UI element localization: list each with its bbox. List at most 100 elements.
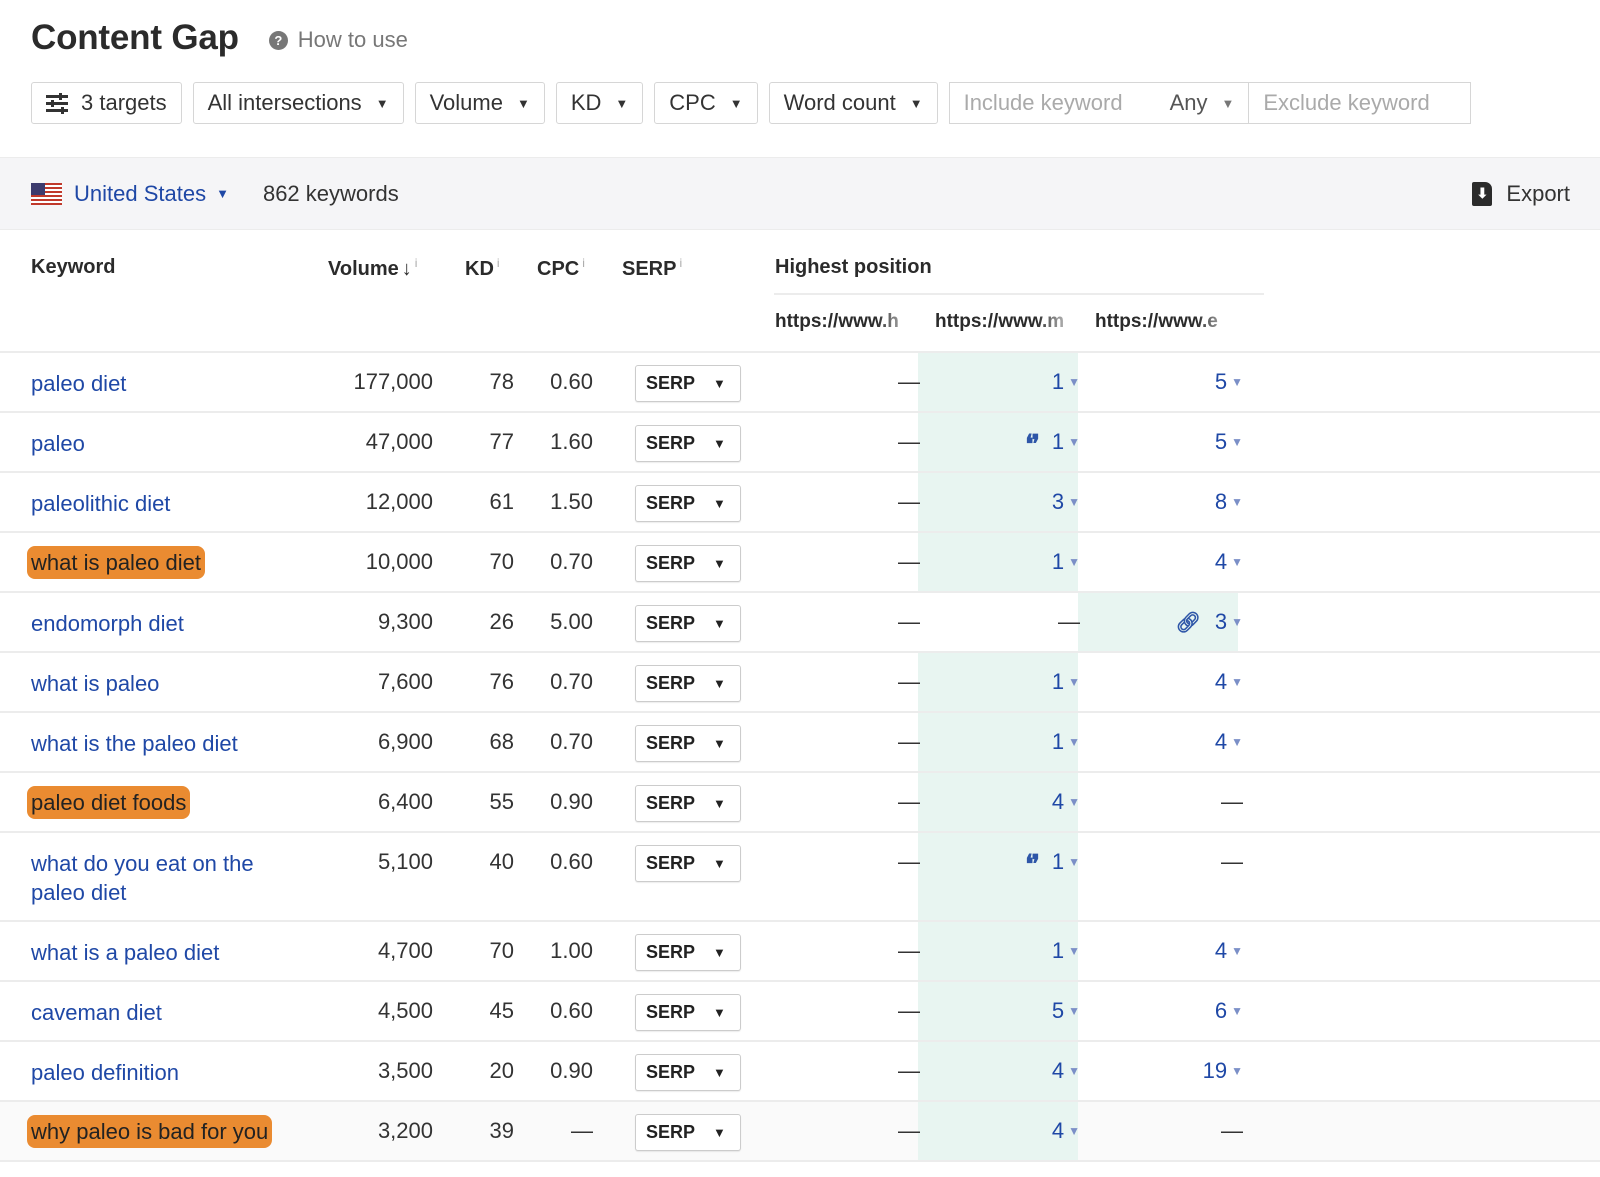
keyword-link[interactable]: why paleo is bad for you: [27, 1115, 273, 1148]
position-cell[interactable]: 1 ▼: [1052, 729, 1080, 755]
target-column-1[interactable]: https://www.h: [775, 311, 920, 333]
serp-dropdown-button[interactable]: SERP ▼: [635, 1054, 741, 1091]
position-value: 3: [1051, 489, 1065, 514]
position-cell[interactable]: 5 ▼: [1215, 369, 1243, 395]
caret-down-icon: ▼: [1068, 1064, 1080, 1078]
keyword-link[interactable]: paleo: [31, 429, 281, 458]
info-icon[interactable]: i: [415, 256, 418, 270]
serp-dropdown-button[interactable]: SERP ▼: [635, 845, 741, 882]
keyword-link[interactable]: endomorph diet: [31, 609, 281, 638]
position-value: 8: [1214, 489, 1228, 514]
position-value: —: [898, 429, 920, 454]
kd-value: 45: [489, 998, 514, 1023]
question-circle-icon: ?: [268, 30, 288, 50]
position-cell[interactable]: 4 ▼: [1215, 549, 1243, 575]
caret-down-icon: ▼: [1068, 795, 1080, 809]
info-icon[interactable]: i: [582, 256, 585, 270]
position-cell[interactable]: 🔗︎ 3 ▼: [1175, 609, 1243, 635]
caret-down-icon: ▼: [1068, 1004, 1080, 1018]
position-value: 4: [1051, 1058, 1065, 1083]
keyword-link[interactable]: caveman diet: [31, 998, 281, 1027]
serp-dropdown-button[interactable]: SERP ▼: [635, 994, 741, 1031]
keyword-count: 862 keywords: [262, 180, 399, 206]
position-cell[interactable]: 1 ▼: [1052, 369, 1080, 395]
volume-value: 4,500: [377, 998, 433, 1023]
position-cell[interactable]: 1 ▼: [1052, 938, 1080, 964]
serp-dropdown-button[interactable]: SERP ▼: [635, 485, 741, 522]
serp-dropdown-button[interactable]: SERP ▼: [635, 545, 741, 582]
serp-dropdown-button[interactable]: SERP ▼: [635, 1114, 741, 1151]
word-count-filter-label: Word count: [783, 90, 896, 115]
match-mode-dropdown[interactable]: Any ▼: [1170, 90, 1249, 116]
how-to-use-label: How to use: [297, 27, 408, 52]
sliders-icon: [46, 93, 68, 114]
serp-dropdown-button[interactable]: SERP ▼: [635, 365, 741, 402]
keyword-link[interactable]: paleo diet foods: [27, 786, 191, 819]
table-row: why paleo is bad for you 3,200 39— SERP ▼ —4 ▼…: [0, 1102, 1600, 1162]
position-cell[interactable]: 4 ▼: [1215, 669, 1243, 695]
serp-dropdown-button[interactable]: SERP ▼: [635, 725, 741, 762]
keyword-link[interactable]: what is the paleo diet: [31, 729, 281, 758]
position-cell[interactable]: ❛❜ 1 ▼: [1025, 429, 1080, 458]
column-keyword[interactable]: Keyword: [31, 256, 115, 279]
position-cell[interactable]: ❛❜ 1 ▼: [1025, 849, 1080, 878]
position-cell[interactable]: 5 ▼: [1052, 998, 1080, 1024]
keyword-link[interactable]: what is paleo: [31, 669, 281, 698]
position-cell: —: [1221, 849, 1243, 875]
position-cell[interactable]: 4 ▼: [1052, 1118, 1080, 1144]
position-cell[interactable]: 3 ▼: [1052, 489, 1080, 515]
cpc-filter[interactable]: CPC ▼: [654, 82, 758, 124]
caret-down-icon: ▼: [1231, 375, 1243, 389]
kd-value: 70: [489, 938, 514, 963]
position-cell[interactable]: 1 ▼: [1052, 549, 1080, 575]
targets-button[interactable]: 3 targets: [31, 82, 182, 124]
table-row: what is paleo diet 10,000 70 0.70 SERP ▼ —1 ▼ 4 ▼: [0, 533, 1600, 593]
target-column-2[interactable]: https://www.m: [935, 311, 1080, 333]
table-row: paleo definition 3,500 20 0.90 SERP ▼ —4 ▼ 19 ▼: [0, 1042, 1600, 1102]
target-column-3[interactable]: https://www.e: [1095, 311, 1240, 333]
volume-filter[interactable]: Volume ▼: [414, 82, 545, 124]
position-cell: —: [898, 998, 920, 1024]
position-cell[interactable]: 19 ▼: [1203, 1058, 1243, 1084]
serp-dropdown-button[interactable]: SERP ▼: [635, 785, 741, 822]
serp-dropdown-button[interactable]: SERP ▼: [635, 934, 741, 971]
country-selector[interactable]: United States ▼: [31, 181, 229, 207]
column-cpc[interactable]: CPC i: [537, 256, 585, 281]
serp-dropdown-button[interactable]: SERP ▼: [635, 665, 741, 702]
position-cell: —: [898, 609, 920, 635]
cpc-value: 1.50: [550, 489, 593, 514]
position-cell[interactable]: 4 ▼: [1052, 1058, 1080, 1084]
column-kd[interactable]: KD i: [465, 256, 500, 281]
kd-filter-label: KD: [570, 90, 602, 115]
keyword-link[interactable]: paleo diet: [31, 369, 281, 398]
kd-filter[interactable]: KD ▼: [555, 82, 644, 124]
position-cell[interactable]: 4 ▼: [1215, 729, 1243, 755]
include-keyword-input[interactable]: [949, 90, 1170, 116]
keyword-link[interactable]: paleo definition: [31, 1058, 281, 1087]
position-cell[interactable]: 6 ▼: [1215, 998, 1243, 1024]
position-cell: —: [1058, 609, 1080, 635]
keyword-link[interactable]: what is a paleo diet: [31, 938, 281, 967]
serp-dropdown-button[interactable]: SERP ▼: [635, 425, 741, 462]
keyword-link[interactable]: paleolithic diet: [31, 489, 281, 518]
export-button[interactable]: ⬇ Export: [1472, 181, 1570, 207]
table-row: what is paleo 7,600 76 0.70 SERP ▼ —1 ▼ 4 ▼: [0, 653, 1600, 713]
column-volume[interactable]: Volume ↓ i: [328, 256, 417, 281]
info-icon[interactable]: i: [497, 256, 500, 270]
info-icon[interactable]: i: [679, 256, 682, 270]
intersections-dropdown[interactable]: All intersections ▼: [192, 82, 404, 124]
cpc-value: 0.90: [550, 789, 593, 814]
keyword-link[interactable]: what is paleo diet: [27, 546, 205, 579]
how-to-use-link[interactable]: ? How to use: [268, 27, 408, 53]
exclude-keyword-input[interactable]: [1248, 83, 1471, 123]
position-cell[interactable]: 4 ▼: [1215, 938, 1243, 964]
column-cpc-label: CPC: [537, 258, 580, 280]
position-value: —: [898, 1058, 920, 1083]
serp-dropdown-button[interactable]: SERP ▼: [635, 605, 741, 642]
position-cell[interactable]: 1 ▼: [1052, 669, 1080, 695]
position-cell[interactable]: 8 ▼: [1215, 489, 1243, 515]
position-cell[interactable]: 5 ▼: [1215, 429, 1243, 455]
word-count-filter[interactable]: Word count ▼: [768, 82, 938, 124]
keyword-link[interactable]: what do you eat on the paleo diet: [31, 849, 281, 907]
position-cell[interactable]: 4 ▼: [1052, 789, 1080, 815]
